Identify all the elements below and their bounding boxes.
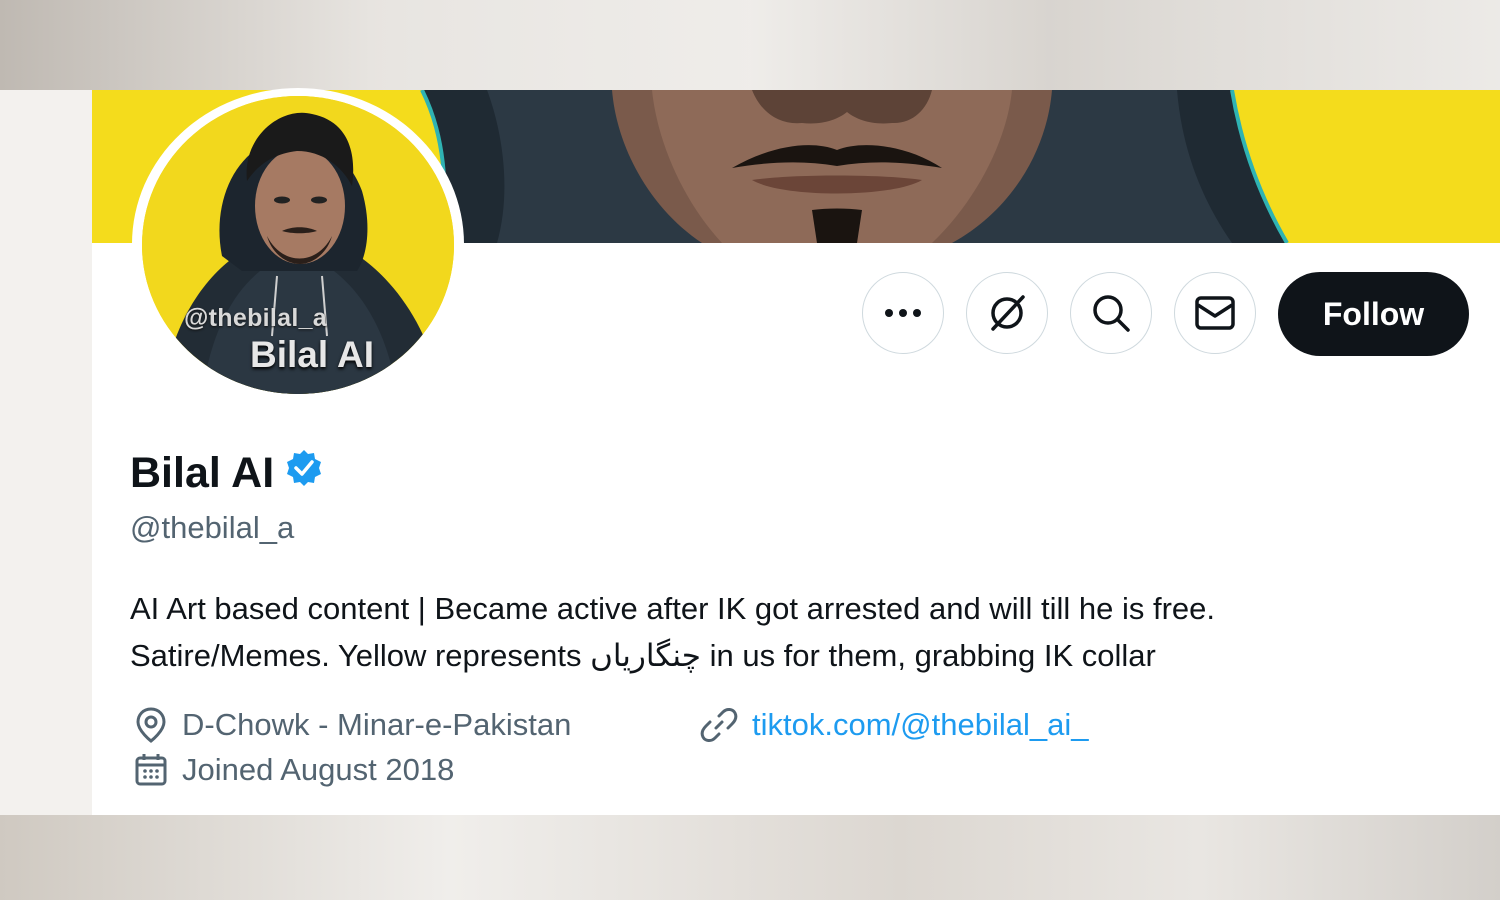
location-row: D-Chowk - Minar-e-Pakistan xyxy=(134,706,571,744)
more-icon xyxy=(885,309,921,317)
link-icon xyxy=(700,708,738,742)
location-icon xyxy=(136,707,166,743)
message-button[interactable] xyxy=(1174,272,1256,354)
search-button[interactable] xyxy=(1070,272,1152,354)
grok-icon xyxy=(991,295,1025,331)
profile-handle: @thebilal_a xyxy=(130,510,295,545)
follow-button[interactable]: Follow xyxy=(1278,272,1469,356)
location-text: D-Chowk - Minar-e-Pakistan xyxy=(182,707,572,742)
display-name: Bilal AI xyxy=(130,449,275,497)
verified-badge-icon[interactable] xyxy=(284,448,324,499)
website-row: tiktok.com/@thebilal_ai_ xyxy=(700,706,1088,744)
joined-text: Joined August 2018 xyxy=(182,752,455,787)
profile-bio: AI Art based content | Became active aft… xyxy=(130,585,1450,679)
background-bottom-strip xyxy=(0,815,1500,900)
calendar-icon xyxy=(135,754,167,786)
avatar-watermark-text: @thebilal_a xyxy=(184,304,327,332)
mail-icon xyxy=(1195,296,1235,330)
grok-button[interactable] xyxy=(966,272,1048,354)
background-top-strip xyxy=(0,0,1500,90)
background-left-strip xyxy=(0,90,92,815)
more-button[interactable] xyxy=(862,272,944,354)
display-name-row: Bilal AI xyxy=(130,448,324,499)
website-link[interactable]: tiktok.com/@thebilal_ai_ xyxy=(752,707,1088,743)
search-icon xyxy=(1093,295,1130,332)
bio-line: Satire/Memes. Yellow represents چنگاریاں… xyxy=(130,638,1156,673)
bio-line: AI Art based content | Became active aft… xyxy=(130,591,1215,626)
avatar-name-text: Bilal AI xyxy=(250,334,375,375)
joined-row: Joined August 2018 xyxy=(134,752,454,788)
